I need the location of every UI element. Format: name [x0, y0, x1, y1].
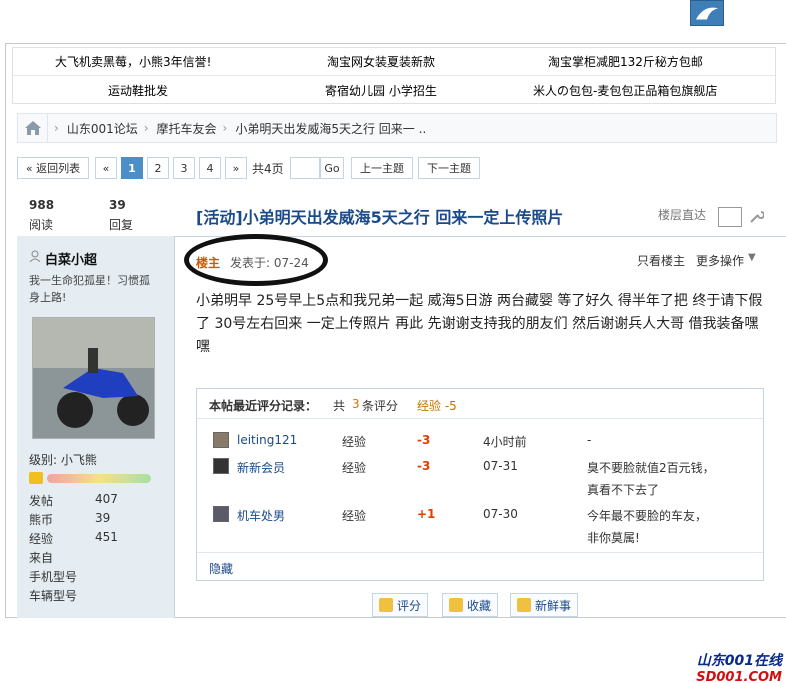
rate-button[interactable]: 评分 [372, 593, 429, 617]
prev-page-button[interactable]: « [95, 157, 117, 179]
rating-time: 4小时前 [483, 435, 527, 449]
prev-topic-button[interactable]: 上一主题 [351, 157, 413, 179]
rating-score: -3 [417, 459, 431, 473]
rater-avatar[interactable] [213, 506, 229, 522]
author-level: 级别: 小飞熊 [29, 453, 97, 467]
thread-title[interactable]: [活动]小弟明天出发威海5天之行 回来一定上传照片 [196, 204, 563, 228]
rating-score: +1 [417, 507, 436, 521]
post-body: 小弟明早 25号早上5点和我兄弟一起 威海5日游 两台藏婴 等了好久 得半年了把… [196, 293, 763, 355]
rating-time: 07-31 [483, 459, 518, 473]
post-date: 发表于: 07-24 [230, 256, 309, 270]
rating-exp-total: 经验 -5 [417, 399, 457, 413]
thumbs-up-icon [379, 598, 393, 612]
favorite-label: 收藏 [467, 598, 492, 613]
page-input[interactable] [290, 157, 320, 179]
ad-links: 大飞机卖黑莓，小熊3年信誉! 淘宝网女装夏装新款 淘宝掌柜减肥132斤秘方包邮 … [12, 47, 776, 104]
watermark-line1: 山东001在线 [696, 653, 782, 669]
page-3-button[interactable]: 3 [173, 157, 195, 179]
rating-count-suffix: 条评分 [362, 399, 399, 413]
ad-link[interactable]: 大飞机卖黑莓，小熊3年信誉! [55, 53, 211, 70]
chevron-down-icon[interactable]: ▼ [748, 252, 756, 263]
wrench-icon[interactable] [748, 209, 765, 225]
share-news-button[interactable]: 新鲜事 [510, 593, 579, 617]
field-label: 车辆型号 [29, 589, 78, 603]
chevron-right-icon: › [54, 121, 59, 135]
owner-badge: 楼主 [196, 256, 221, 270]
field-value: 451 [95, 530, 118, 544]
go-button[interactable]: Go [320, 157, 344, 179]
author-sidebar: 白菜小超 我一生命犯孤星！习惯孤身上路! 级别: 小飞熊 发帖 407 熊币 3… [17, 236, 175, 618]
rating-header: 本帖最近评分记录： [209, 399, 318, 413]
breadcrumb-board[interactable]: 摩托车友会 [157, 120, 217, 137]
author-name[interactable]: 白菜小超 [45, 249, 97, 268]
breadcrumb-thread[interactable]: 小弟明天出发威海5天之行 回来一 .. [235, 120, 426, 137]
home-icon[interactable] [18, 114, 48, 142]
chevron-right-icon: › [143, 121, 149, 135]
rating-reason: 今年最不要脸的车友，非你莫属! [587, 509, 708, 545]
star-icon [449, 598, 463, 612]
rating-type: 经验 [342, 461, 367, 475]
replies-count: 39 [109, 198, 126, 212]
page-1-button[interactable]: 1 [121, 157, 143, 179]
field-label: 经验 [29, 532, 54, 546]
rating-score: -3 [417, 433, 431, 447]
page-total: 共4页 [252, 162, 284, 176]
watermark-line2: SD001.COM [696, 670, 782, 683]
ad-link[interactable]: 米人の包包-麦包包正品箱包旗舰店 [533, 82, 717, 99]
replies-label: 回复 [109, 218, 134, 232]
rater-name[interactable]: 机车处男 [237, 507, 285, 524]
ad-link[interactable]: 淘宝网女装夏装新款 [327, 53, 435, 70]
rating-box: 本帖最近评分记录： 共 3 条评分 经验 -5 leiting121 经验 -3… [196, 388, 764, 581]
rater-name[interactable]: 新新会员 [237, 459, 285, 476]
rating-reason: - [587, 433, 592, 447]
ad-link[interactable]: 淘宝掌柜减肥132斤秘方包邮 [548, 53, 703, 70]
views-label: 阅读 [29, 218, 54, 232]
rating-time: 07-30 [483, 507, 518, 521]
site-watermark: 山东001在线 SD001.COM [664, 650, 782, 683]
rating-count-prefix: 共 [333, 399, 346, 413]
crown-icon [29, 472, 43, 484]
thread-stats: 988 阅读 39 回复 [17, 192, 175, 236]
breadcrumb-forum[interactable]: 山东001论坛 [67, 120, 138, 137]
floor-jump-label: 楼层直达 [658, 208, 707, 222]
field-label: 熊币 [29, 513, 54, 527]
field-value: 407 [95, 492, 118, 506]
hide-rating-link[interactable]: 隐藏 [209, 560, 233, 577]
rating-reason: 臭不要脸就值2百元钱，真看不下去了 [587, 461, 715, 497]
only-owner-link[interactable]: 只看楼主 [637, 252, 685, 269]
more-actions-menu[interactable]: 更多操作 [696, 252, 744, 269]
page-4-button[interactable]: 4 [199, 157, 221, 179]
ad-link[interactable]: 寄宿幼儿园 小学招生 [325, 82, 437, 99]
back-to-list-button[interactable]: « 返回列表 [17, 157, 89, 179]
rater-name[interactable]: leiting121 [237, 433, 297, 447]
next-page-button[interactable]: » [225, 157, 247, 179]
ad-link[interactable]: 运动鞋批发 [108, 82, 168, 99]
next-topic-button[interactable]: 下一主题 [418, 157, 480, 179]
rating-type: 经验 [342, 435, 367, 449]
views-count: 988 [29, 198, 55, 212]
field-label: 手机型号 [29, 570, 78, 584]
share-news-label: 新鲜事 [535, 598, 572, 613]
rater-avatar[interactable] [213, 458, 229, 474]
rating-count: 3 [352, 397, 360, 411]
rater-avatar[interactable] [213, 432, 229, 448]
breadcrumb: › 山东001论坛 › 摩托车友会 › 小弟明天出发威海5天之行 回来一 .. [17, 113, 777, 143]
favorite-button[interactable]: 收藏 [442, 593, 499, 617]
rate-label: 评分 [397, 598, 422, 613]
avatar[interactable] [32, 317, 155, 439]
app-icon[interactable] [690, 0, 724, 26]
field-label: 发帖 [29, 494, 54, 508]
floor-jump-input[interactable] [718, 207, 742, 227]
rating-type: 经验 [342, 509, 367, 523]
news-icon [517, 598, 531, 612]
author-signature: 我一生命犯孤星！习惯孤身上路! [29, 274, 150, 304]
chevron-right-icon: › [222, 121, 228, 135]
user-icon [29, 250, 41, 263]
field-label: 来自 [29, 551, 54, 565]
field-value: 39 [95, 511, 111, 525]
level-progress [47, 474, 151, 483]
page-2-button[interactable]: 2 [147, 157, 169, 179]
